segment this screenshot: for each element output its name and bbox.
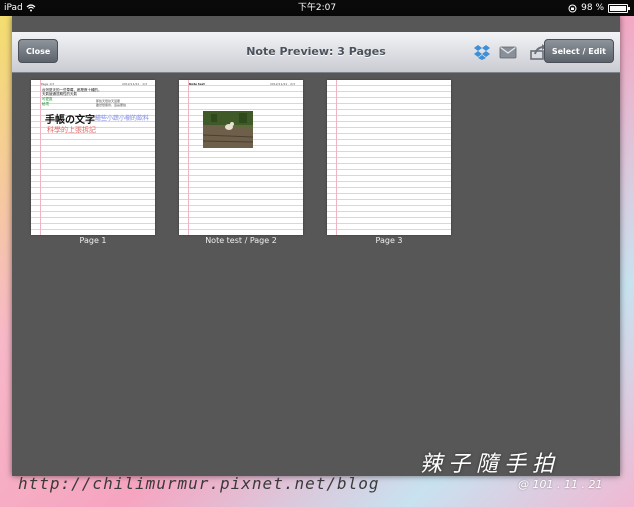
side-note: 雖然很擁擠，還是要拍 bbox=[96, 103, 127, 107]
red-handwriting: 科學的上張拆記 bbox=[47, 126, 96, 134]
status-time: 下午2:07 bbox=[297, 3, 337, 13]
mail-icon[interactable] bbox=[498, 42, 518, 62]
navigation-bar: Close Note Preview: 3 Pages Select / Edi… bbox=[12, 32, 620, 73]
signature-watermark: 辣子隨手拍 bbox=[420, 452, 561, 477]
dropbox-icon[interactable] bbox=[472, 42, 492, 62]
page-header-right: 2012/11/21 · 2/3 bbox=[270, 82, 295, 86]
battery-percent: 98 % bbox=[581, 3, 604, 13]
page-thumbnail-2[interactable]: Note test 2012/11/21 · 2/3 bbox=[179, 80, 303, 235]
battery-icon bbox=[608, 3, 630, 13]
page-label-1: Page 1 bbox=[79, 236, 107, 245]
bullet-item: 秘境 bbox=[42, 102, 49, 106]
page-header-right: 2012/11/21 · 1/3 bbox=[122, 82, 147, 86]
page-thumbnail-1[interactable]: Page 1/3 2012/11/21 · 1/3 台灣夏天的一些草莓，都是數十… bbox=[31, 80, 155, 235]
url-watermark: http://chilimurmur.pixnet.net/blog bbox=[18, 474, 380, 493]
battery-fill bbox=[610, 5, 626, 11]
blue-handwriting: 繪些小蔬小樹的飲料 bbox=[95, 115, 150, 122]
page-header-left: Note test bbox=[189, 82, 205, 86]
page-label-3: Page 3 bbox=[375, 236, 403, 245]
photo-thumbnail bbox=[203, 111, 253, 148]
rotation-lock-icon bbox=[568, 4, 577, 12]
date-watermark: @ 101 . 11 . 21 bbox=[518, 478, 603, 491]
page-header-left: Page 1/3 bbox=[41, 82, 55, 86]
page-label-2: Note test / Page 2 bbox=[205, 236, 277, 245]
page-thumbnail-3[interactable] bbox=[327, 80, 451, 235]
select-edit-button[interactable]: Select / Edit bbox=[543, 39, 614, 63]
status-bar: iPad 下午2:07 98 % bbox=[0, 0, 634, 16]
big-handwriting: 手帳の文字 bbox=[45, 115, 95, 126]
